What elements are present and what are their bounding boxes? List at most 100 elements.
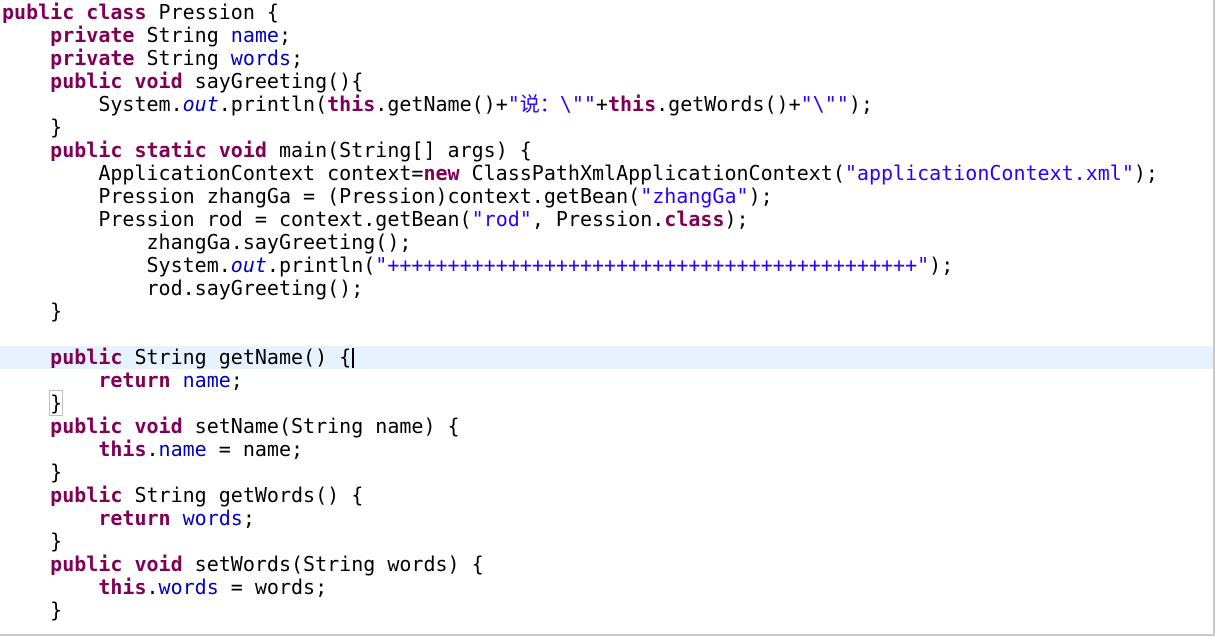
code-token: = name; <box>206 437 304 461</box>
code-line[interactable]: public void sayGreeting(){ <box>0 70 1213 93</box>
static-field-token: out <box>182 92 219 116</box>
code-token: } <box>2 115 63 139</box>
code-line[interactable]: this.name = name; <box>0 438 1213 461</box>
keyword-token: public <box>50 483 123 507</box>
keyword-token: void <box>218 138 267 162</box>
code-token: . <box>146 575 159 599</box>
field-token: words <box>182 506 243 530</box>
code-token: Pression { <box>146 0 279 24</box>
code-line[interactable]: } <box>0 300 1213 323</box>
keyword-token: public <box>50 414 123 438</box>
code-line[interactable]: } <box>0 530 1213 553</box>
code-token: } <box>2 299 63 323</box>
code-line[interactable]: Pression rod = context.getBean("rod", Pr… <box>0 208 1213 231</box>
code-line[interactable]: public String getName() { <box>0 346 1213 369</box>
code-token: sayGreeting(){ <box>182 69 364 93</box>
code-token: .getWords()+ <box>656 92 801 116</box>
keyword-token: this <box>327 92 376 116</box>
code-token: Pression rod = context.getBean( <box>2 207 472 231</box>
string-token: "说：\"" <box>507 92 596 116</box>
code-token: main(String[] args) { <box>266 138 532 162</box>
code-line[interactable]: public void setWords(String words) { <box>0 553 1213 576</box>
field-token: name <box>158 437 207 461</box>
code-line[interactable]: this.words = words; <box>0 576 1213 599</box>
code-line[interactable]: System.out.println("++++++++++++++++++++… <box>0 254 1213 277</box>
code-line[interactable]: rod.sayGreeting(); <box>0 277 1213 300</box>
keyword-token: this <box>607 92 657 116</box>
code-token: } <box>2 460 63 484</box>
code-token: Pression zhangGa = (Pression)context.get… <box>2 184 641 208</box>
code-token: zhangGa.sayGreeting(); <box>2 230 412 254</box>
keyword-token: void <box>134 552 183 576</box>
code-line[interactable]: public void setName(String name) { <box>0 415 1213 438</box>
keyword-token: public <box>50 69 123 93</box>
keyword-token: this <box>98 437 147 461</box>
code-token: ); <box>929 253 954 277</box>
code-line[interactable]: private String words; <box>0 47 1213 70</box>
keyword-token: class <box>86 0 147 24</box>
code-token: String <box>134 23 231 47</box>
code-line[interactable]: private String name; <box>0 24 1213 47</box>
code-line[interactable] <box>0 323 1213 346</box>
string-token: "applicationContext.xml" <box>844 161 1134 185</box>
code-token: String getName() { <box>122 345 352 369</box>
code-line[interactable]: return name; <box>0 369 1213 392</box>
code-token: = words; <box>218 575 328 599</box>
code-token: ); <box>748 184 773 208</box>
code-line[interactable]: public String getWords() { <box>0 484 1213 507</box>
code-line[interactable]: System.out.println(this.getName()+"说：\""… <box>0 93 1213 116</box>
code-token: String getWords() { <box>122 483 364 507</box>
keyword-token: public <box>50 138 123 162</box>
field-token: words <box>230 46 292 70</box>
code-token: setName(String name) { <box>182 414 460 438</box>
field-token: name <box>182 368 231 392</box>
code-editor[interactable]: public class Pression { private String n… <box>0 0 1215 636</box>
code-line[interactable]: } <box>0 116 1213 139</box>
code-line[interactable]: ApplicationContext context=new ClassPath… <box>0 162 1213 185</box>
code-line[interactable]: Pression zhangGa = (Pression)context.get… <box>0 185 1213 208</box>
keyword-token: public <box>2 0 75 24</box>
code-token: .println( <box>218 92 328 116</box>
keyword-token: public <box>50 345 123 369</box>
code-line[interactable]: } <box>0 599 1213 622</box>
matching-brace: } <box>49 390 64 416</box>
code-token: ApplicationContext context= <box>2 161 424 185</box>
keyword-token: new <box>423 161 460 185</box>
code-token: System. <box>2 92 183 116</box>
code-token: ; <box>278 23 292 47</box>
code-token: .println( <box>266 253 376 277</box>
code-line[interactable]: } <box>0 461 1213 484</box>
field-token: name <box>230 23 279 47</box>
static-field-token: out <box>230 253 267 277</box>
code-token: .getName()+ <box>375 92 508 116</box>
keyword-token: class <box>664 207 725 231</box>
code-token: ; <box>230 368 243 392</box>
keyword-token: public <box>50 552 123 576</box>
keyword-token: return <box>98 506 171 530</box>
code-token: . <box>146 437 159 461</box>
string-token: "+++++++++++++++++++++++++++++++++++++++… <box>375 253 930 277</box>
string-token: "zhangGa" <box>640 184 749 208</box>
code-line[interactable]: public static void main(String[] args) { <box>0 139 1213 162</box>
code-token: ClassPathXmlApplicationContext( <box>459 161 845 185</box>
code-token: , Pression. <box>531 207 665 231</box>
code-line[interactable]: } <box>0 390 1213 416</box>
code-line[interactable]: zhangGa.sayGreeting(); <box>0 231 1213 254</box>
code-line[interactable]: public class Pression { <box>0 1 1213 24</box>
keyword-token: return <box>98 368 171 392</box>
code-line[interactable]: return words; <box>0 507 1213 530</box>
field-token: words <box>158 575 219 599</box>
